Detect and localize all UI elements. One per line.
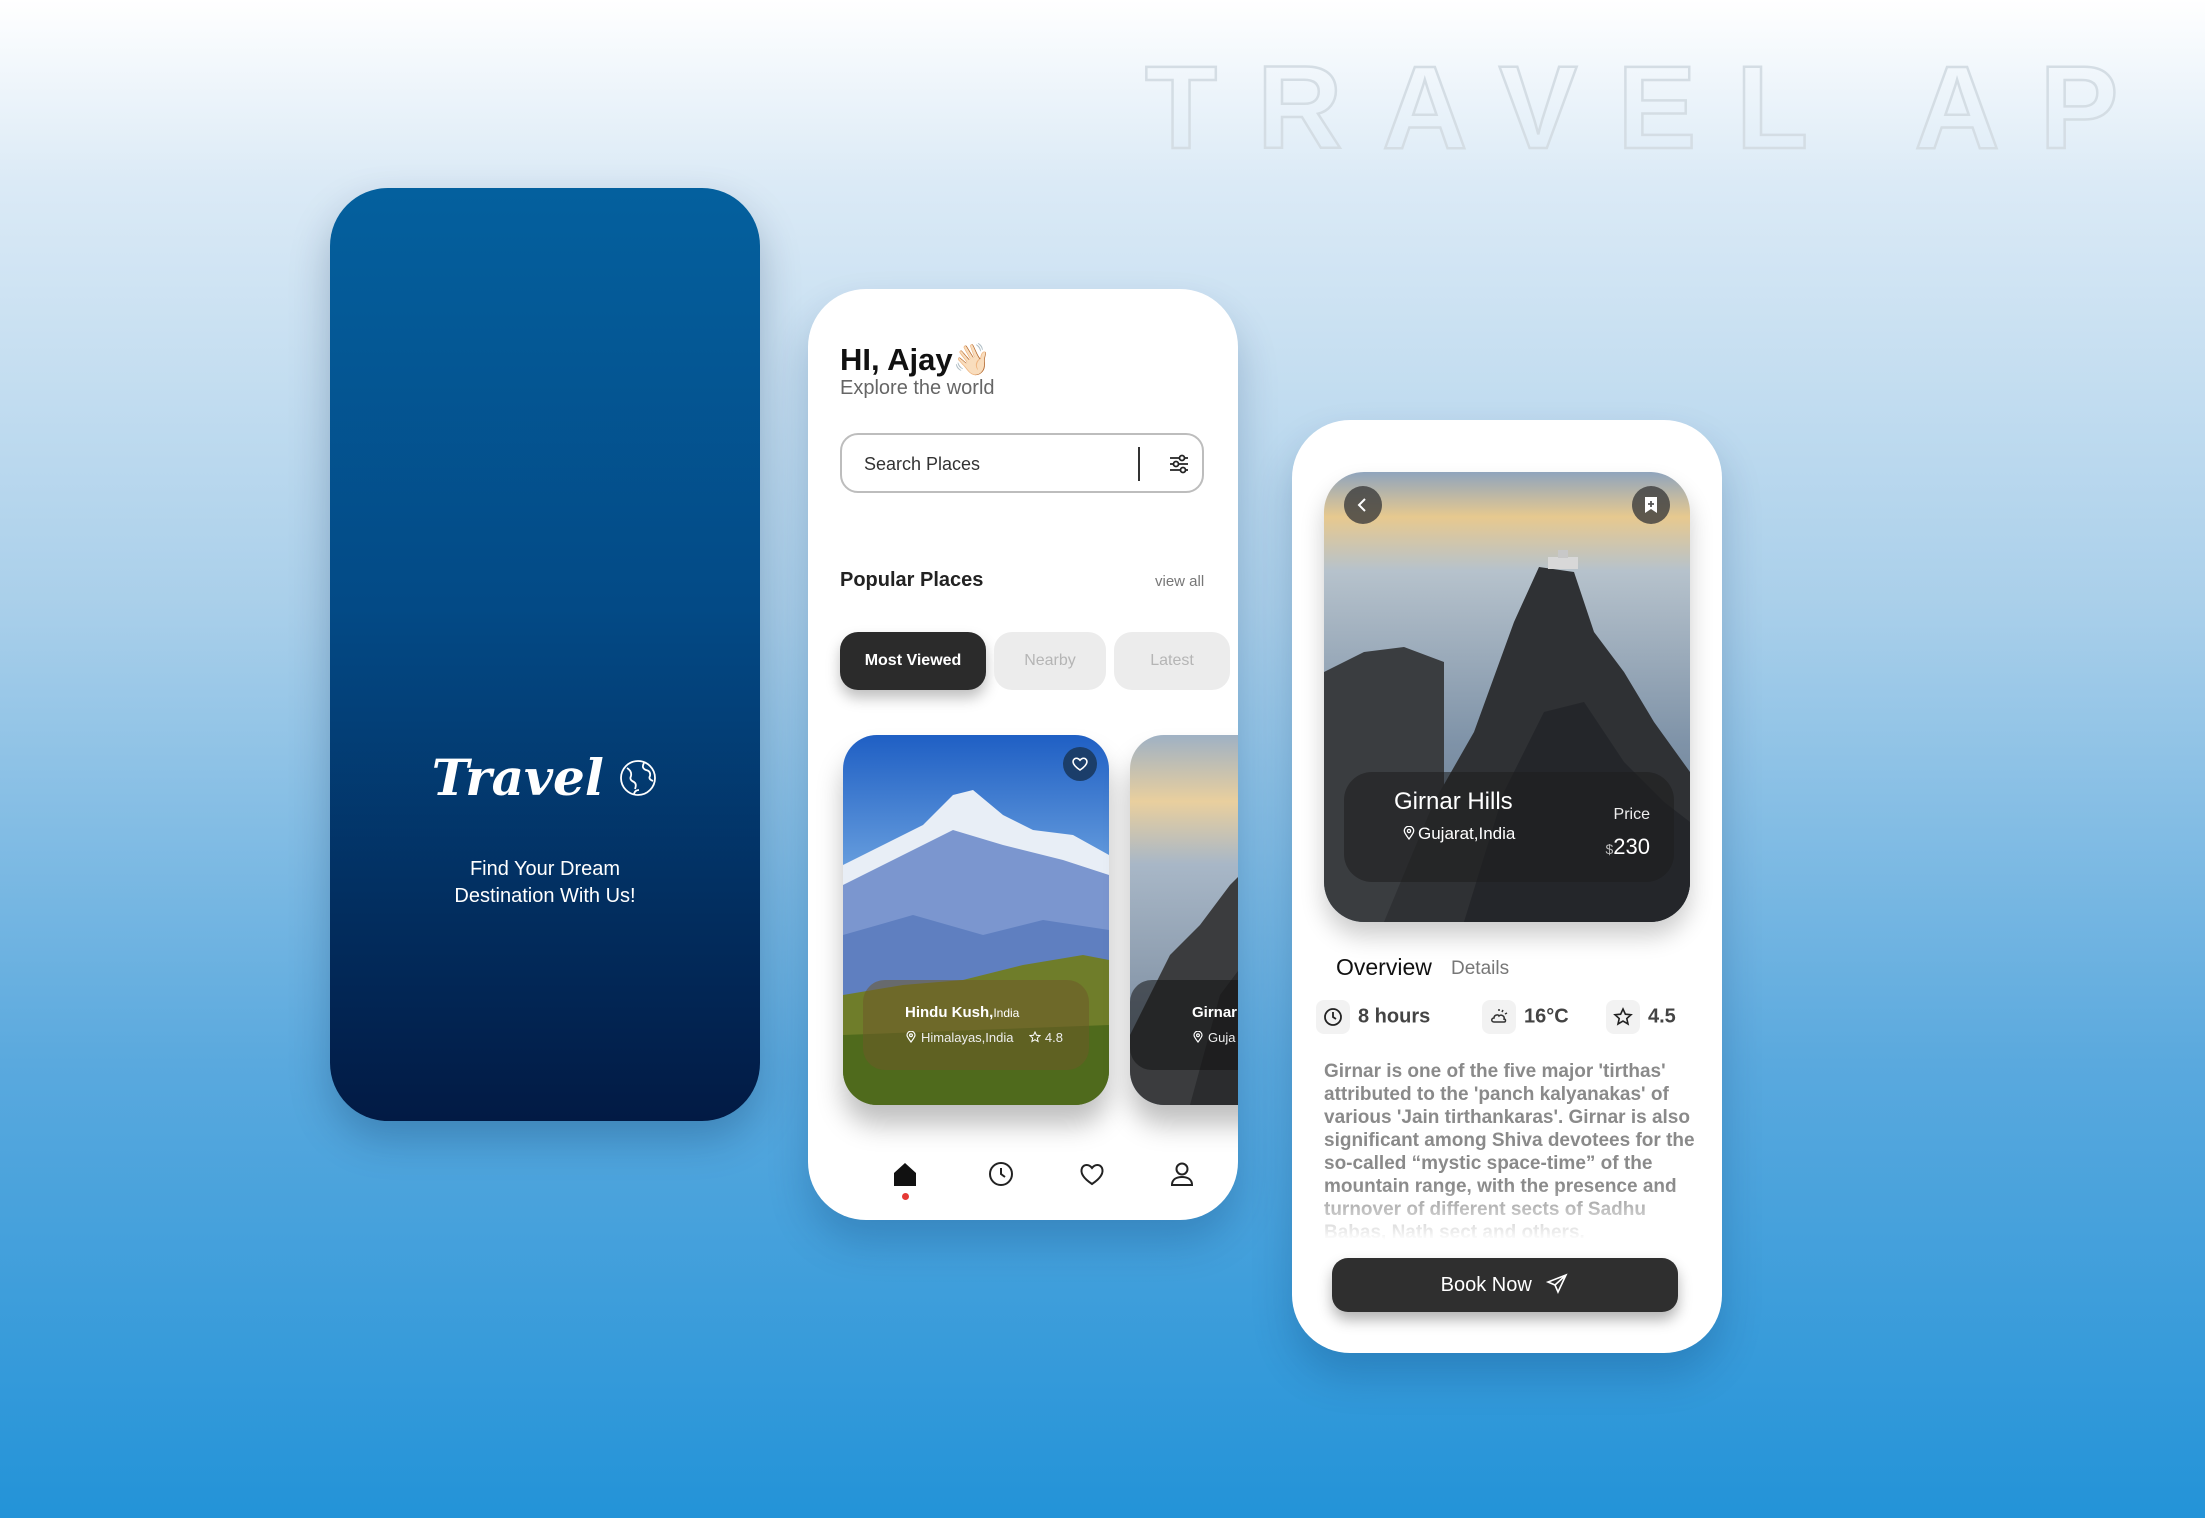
search-divider (1138, 447, 1140, 481)
chevron-left-icon (1357, 498, 1366, 512)
detail-screen: Girnar Hills Gujarat,India Price $230 Ov… (1292, 420, 1722, 1353)
place-location: Gujarat,India (1402, 824, 1515, 844)
hero-image-card: Girnar Hills Gujarat,India Price $230 (1324, 472, 1690, 922)
location-text: Guja (1208, 1030, 1236, 1045)
location-pin-icon (1403, 825, 1415, 841)
section-title: Popular Places (840, 569, 984, 591)
price-value: $230 (1605, 834, 1650, 860)
clock-icon (989, 1162, 1013, 1186)
location-pin-icon (906, 1030, 916, 1044)
book-now-label: Book Now (1440, 1274, 1532, 1296)
duration-text: 8 hours (1358, 1005, 1431, 1028)
price-amount: 230 (1613, 834, 1650, 859)
search-bar (840, 433, 1204, 493)
rating-stat: 4.5 (1606, 1000, 1676, 1040)
tagline-line-1: Find Your Dream (469, 858, 621, 880)
rating-text: 4.8 (1044, 1030, 1063, 1045)
tab-overview[interactable]: Overview (1336, 954, 1432, 981)
rating-text: 4.5 (1648, 1005, 1676, 1028)
place-name: Girnar Hills (1394, 788, 1513, 815)
duration-stat: 8 hours (1316, 1000, 1430, 1040)
clock-icon (1324, 1008, 1342, 1026)
place-card-info: Girnar Guja (1130, 980, 1238, 1070)
place-name: Girnar (1192, 1004, 1238, 1021)
headline-text: TRAVEL APP (1145, 42, 2155, 170)
search-input[interactable] (862, 449, 1106, 479)
location-pin-icon (1193, 1030, 1203, 1044)
bottom-nav (808, 1159, 1238, 1199)
bookmark-icon (1645, 497, 1657, 513)
place-card-girnar[interactable]: Girnar Guja (1130, 735, 1238, 1105)
place-name-text: Hindu Kush, (905, 1004, 994, 1021)
place-location: Himalayas,India (905, 1030, 1014, 1045)
nav-history[interactable] (986, 1159, 1016, 1189)
chip-latest[interactable]: Latest (1114, 632, 1230, 690)
back-button[interactable] (1344, 486, 1382, 524)
temperature-text: 16°C (1524, 1005, 1569, 1028)
book-now-button[interactable]: Book Now (1332, 1258, 1678, 1312)
chip-most-viewed[interactable]: Most Viewed (840, 632, 986, 690)
greeting: HI, Ajay👋🏻 (840, 342, 992, 377)
globe-icon (620, 759, 657, 796)
splash-screen: Travel Find Your Dream Destination With … (330, 188, 760, 1121)
location-text: Himalayas,India (921, 1030, 1014, 1045)
nav-profile[interactable] (1167, 1159, 1197, 1189)
place-info-overlay: Girnar Hills Gujarat,India Price $230 (1344, 772, 1674, 882)
tab-details[interactable]: Details (1451, 958, 1509, 980)
view-all-link[interactable]: view all (1155, 573, 1204, 590)
splash-tagline: Find Your Dream Destination With Us! (370, 856, 720, 910)
location-text: Gujarat,India (1418, 824, 1516, 843)
headline-outline: TRAVEL APP (1144, 41, 2205, 176)
heart-icon (1080, 1164, 1104, 1186)
place-description: Girnar is one of the five major 'tirthas… (1324, 1061, 1695, 1240)
user-icon (1170, 1162, 1194, 1186)
active-nav-indicator (902, 1193, 909, 1200)
cloud-sun-icon (1491, 1009, 1508, 1023)
price-label: Price (1613, 806, 1650, 823)
temperature-stat: 16°C (1482, 1000, 1569, 1040)
logo-text: Travel (431, 748, 604, 807)
home-icon (894, 1163, 916, 1186)
favorite-button[interactable] (1063, 747, 1097, 781)
place-rating: 4.8 (1028, 1030, 1063, 1045)
filter-icon[interactable] (1168, 453, 1190, 475)
place-card-info: Hindu Kush,India Himalayas,India 4.8 (863, 980, 1089, 1070)
home-screen: HI, Ajay👋🏻 Explore the world Popular Pla… (808, 289, 1238, 1220)
place-card-hindu-kush[interactable]: Hindu Kush,India Himalayas,India 4.8 (843, 735, 1109, 1105)
bookmark-button[interactable] (1632, 486, 1670, 524)
nav-favorites[interactable] (1077, 1159, 1107, 1189)
place-name: Hindu Kush,India (905, 1004, 1019, 1021)
splash-logo: Travel (330, 748, 760, 807)
subtitle: Explore the world (840, 377, 995, 399)
star-icon (1028, 1030, 1042, 1043)
place-location: Guja (1192, 1030, 1235, 1045)
chip-nearby[interactable]: Nearby (994, 632, 1106, 690)
nav-home[interactable] (890, 1159, 920, 1189)
star-icon (1613, 1007, 1633, 1026)
place-country: India (993, 1006, 1020, 1020)
tagline-line-2: Destination With Us! (454, 885, 636, 907)
send-icon (1546, 1273, 1568, 1294)
heart-icon (1072, 757, 1088, 771)
travel-app-headline: TRAVEL APP (1144, 40, 2205, 176)
